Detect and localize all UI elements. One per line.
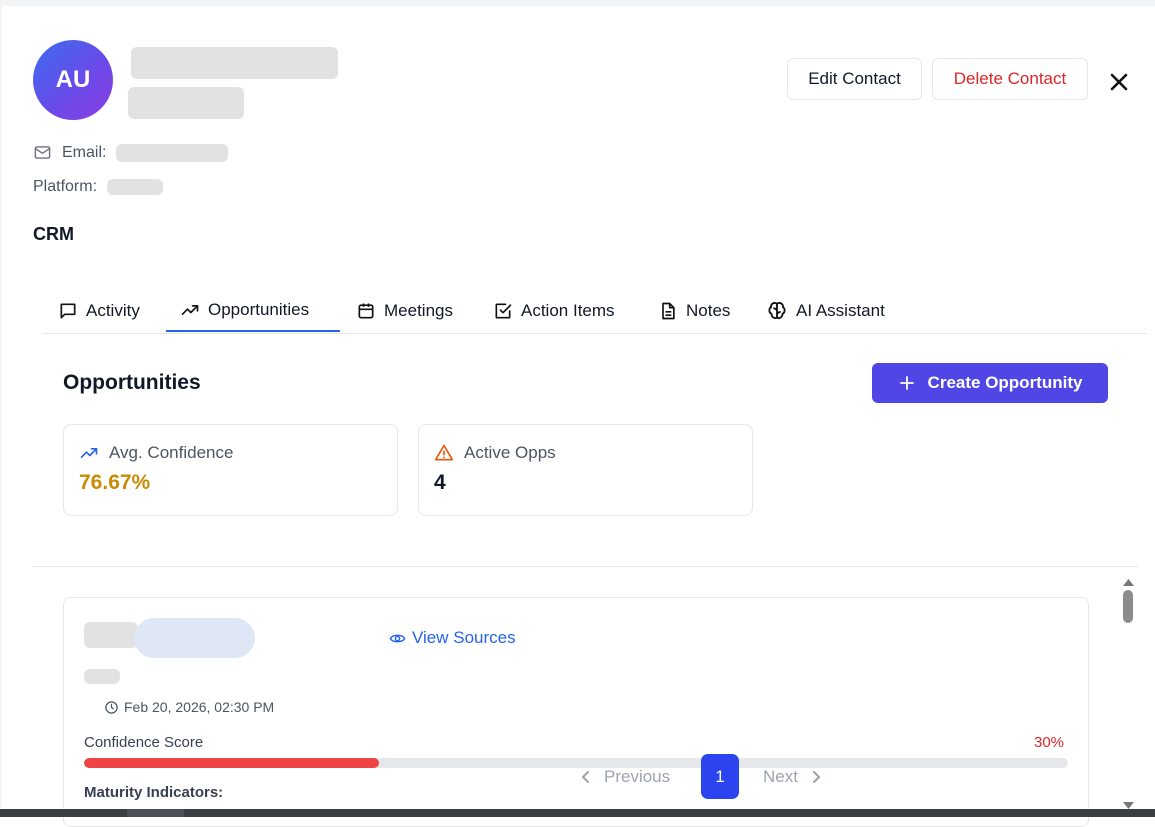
scrollbar-thumb[interactable] xyxy=(1123,590,1133,623)
create-opportunity-button[interactable]: Create Opportunity xyxy=(872,363,1108,403)
stat-label: Active Opps xyxy=(464,443,556,462)
pagination-next-label: Next xyxy=(763,767,798,786)
avatar: AU xyxy=(33,40,113,120)
alert-triangle-icon xyxy=(434,444,454,461)
file-text-icon xyxy=(662,302,675,320)
opportunity-title-redacted xyxy=(84,622,138,648)
tab-meetings[interactable]: Meetings xyxy=(356,290,453,332)
eye-icon xyxy=(389,634,406,642)
stat-card-active-opps: Active Opps 4 xyxy=(418,424,753,516)
plus-icon xyxy=(899,376,914,390)
pagination-previous[interactable]: Previous xyxy=(580,767,670,787)
tab-opportunities-label: Opportunities xyxy=(208,300,310,319)
close-icon[interactable] xyxy=(1107,70,1131,94)
platform-row: Platform: xyxy=(33,178,164,196)
confidence-progress-fill xyxy=(84,758,380,768)
tab-notes-label: Notes xyxy=(686,301,731,320)
opportunity-date: Feb 20, 2026, 02:30 PM xyxy=(104,699,274,715)
opportunity-badge-redacted xyxy=(134,618,255,658)
taskbar-item[interactable] xyxy=(127,809,184,817)
tab-ai-assistant[interactable]: AI Assistant xyxy=(766,290,885,332)
tab-notes[interactable]: Notes xyxy=(658,290,730,332)
create-opportunity-label: Create Opportunity xyxy=(927,373,1083,392)
contact-subtitle-redacted xyxy=(128,87,244,119)
email-label: Email: xyxy=(62,143,107,161)
tab-meetings-label: Meetings xyxy=(384,301,453,320)
tab-bar: Activity Opportunities Meetings Action I… xyxy=(42,290,1147,334)
taskbar xyxy=(0,809,1155,817)
window-left-edge xyxy=(0,6,2,817)
opportunity-date-text: Feb 20, 2026, 02:30 PM xyxy=(124,699,275,715)
brain-icon xyxy=(768,302,786,320)
confidence-score-value: 30% xyxy=(1034,734,1065,751)
email-value-redacted xyxy=(116,143,229,162)
pagination-next[interactable]: Next xyxy=(763,767,822,787)
clock-icon xyxy=(105,700,118,714)
mail-icon xyxy=(33,143,52,162)
confidence-score-label: Confidence Score xyxy=(84,734,204,751)
platform-value-redacted xyxy=(107,179,164,195)
trending-up-icon xyxy=(181,305,199,315)
stat-card-avg-confidence: Avg. Confidence 76.67% xyxy=(63,424,398,516)
tab-action-items[interactable]: Action Items xyxy=(493,290,615,332)
tab-activity[interactable]: Activity xyxy=(58,290,140,332)
view-sources-label: View Sources xyxy=(412,628,516,647)
calendar-icon xyxy=(358,303,374,319)
message-square-icon xyxy=(60,303,76,319)
maturity-indicators-label: Maturity Indicators: xyxy=(84,784,224,801)
tab-activity-label: Activity xyxy=(86,301,140,320)
opportunities-title: Opportunities xyxy=(63,371,201,394)
email-row: Email: xyxy=(33,143,229,162)
stat-value-avg-confidence: 76.67% xyxy=(79,471,151,494)
chevron-left-icon xyxy=(582,771,589,783)
check-square-icon xyxy=(495,303,512,319)
tab-ai-assistant-label: AI Assistant xyxy=(796,301,885,320)
stat-value-active-opps: 4 xyxy=(434,471,446,494)
view-sources-link[interactable]: View Sources xyxy=(389,628,516,648)
pagination-previous-label: Previous xyxy=(604,767,671,786)
section-divider xyxy=(33,566,1138,567)
chevron-right-icon xyxy=(812,771,820,783)
tab-opportunities[interactable]: Opportunities xyxy=(166,290,340,332)
confidence-progress-bar xyxy=(84,758,1068,768)
delete-contact-button[interactable]: Delete Contact xyxy=(932,58,1088,100)
platform-label: Platform: xyxy=(33,178,98,195)
stat-label: Avg. Confidence xyxy=(109,443,234,462)
pagination-page-current[interactable]: 1 xyxy=(701,754,739,799)
opportunity-subtitle-redacted xyxy=(84,669,120,684)
crm-section-label: CRM xyxy=(33,224,74,244)
contact-name-redacted xyxy=(131,47,338,79)
tab-action-items-label: Action Items xyxy=(521,301,615,320)
edit-contact-button[interactable]: Edit Contact xyxy=(787,58,922,100)
window-top-edge xyxy=(0,0,1155,6)
trending-up-icon xyxy=(80,448,98,458)
